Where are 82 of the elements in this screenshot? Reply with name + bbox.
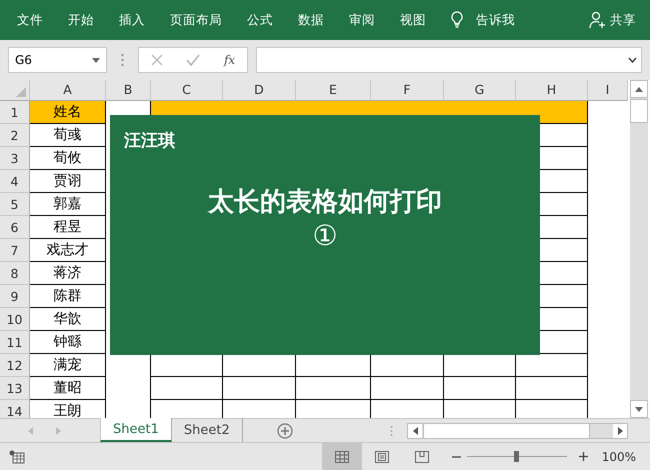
column-header[interactable]: C: [151, 80, 223, 101]
row-header[interactable]: 1: [0, 101, 30, 124]
horizontal-scrollbar[interactable]: [407, 422, 628, 438]
row-header[interactable]: 12: [0, 354, 30, 377]
ribbon-tab[interactable]: 文件: [17, 12, 43, 28]
person-add-icon: [589, 11, 607, 29]
cancel-icon[interactable]: [150, 54, 163, 66]
row-header[interactable]: 13: [0, 377, 30, 400]
ribbon-tab[interactable]: 数据: [298, 12, 324, 28]
grid-icon: [334, 450, 349, 462]
row-header[interactable]: 3: [0, 147, 30, 170]
scroll-up-icon[interactable]: [635, 86, 643, 92]
column-header[interactable]: B: [106, 80, 151, 101]
table-cell: [444, 377, 516, 400]
author-name: 汪汪琪: [124, 130, 175, 152]
grip-icon: [121, 53, 124, 67]
scroll-right-icon[interactable]: [618, 426, 622, 434]
ribbon-tab[interactable]: 开始: [68, 12, 94, 28]
zoom-level[interactable]: 100%: [602, 450, 636, 464]
table-cell: [444, 354, 516, 377]
table-cell: 荀彧: [30, 124, 106, 147]
table-cell: 满宠: [30, 354, 106, 377]
sheet-tab[interactable]: Sheet1: [100, 418, 172, 442]
scroll-down-icon[interactable]: [635, 406, 643, 412]
column-header[interactable]: E: [296, 80, 371, 101]
ribbon-tab[interactable]: 公式: [247, 12, 273, 28]
row-header[interactable]: 9: [0, 285, 30, 308]
add-sheet-icon[interactable]: [276, 422, 293, 438]
episode-number: ①: [312, 219, 338, 252]
scroll-left-icon[interactable]: [412, 426, 418, 434]
page-icon: [374, 450, 389, 462]
sheet-tab[interactable]: Sheet2: [172, 418, 243, 442]
table-cell: 董昭: [30, 377, 106, 400]
table-cell: 华歆: [30, 308, 106, 331]
chevron-down-icon: [628, 57, 637, 63]
table-cell: 戏志才: [30, 239, 106, 262]
formula-input[interactable]: [256, 47, 642, 73]
share-button[interactable]: 共享: [589, 11, 636, 29]
scroll-thumb[interactable]: [423, 424, 590, 438]
table-cell: [516, 354, 588, 377]
name-box[interactable]: G6: [8, 47, 107, 73]
row-header[interactable]: 10: [0, 308, 30, 331]
row-header[interactable]: 6: [0, 216, 30, 239]
row-header[interactable]: 11: [0, 331, 30, 354]
check-icon[interactable]: [186, 54, 200, 66]
table-cell: 程昱: [30, 216, 106, 239]
dropdown-caret-icon: [92, 58, 100, 62]
column-header[interactable]: G: [444, 80, 516, 101]
table-cell: 陈群: [30, 285, 106, 308]
table-cell: [516, 377, 588, 400]
ribbon-tab[interactable]: 视图: [400, 12, 426, 28]
column-header[interactable]: F: [371, 80, 444, 101]
macro-record-icon[interactable]: [9, 450, 25, 464]
table-cell: 郭嘉: [30, 193, 106, 216]
column-header[interactable]: H: [516, 80, 588, 101]
row-header[interactable]: 4: [0, 170, 30, 193]
tell-me-link[interactable]: 告诉我: [476, 12, 515, 28]
row-header[interactable]: 14: [0, 400, 30, 418]
row-header[interactable]: 7: [0, 239, 30, 262]
ribbon-tab[interactable]: 审阅: [349, 12, 375, 28]
lightbulb-icon: [451, 11, 463, 29]
table-cell: 贾诩: [30, 170, 106, 193]
ribbon-tab[interactable]: 页面布局: [170, 12, 222, 28]
ribbon-tab[interactable]: 插入: [119, 12, 145, 28]
row-header[interactable]: 8: [0, 262, 30, 285]
insert-function-button[interactable]: fx: [224, 53, 236, 67]
scroll-thumb[interactable]: [630, 99, 648, 123]
grip-icon[interactable]: [390, 424, 393, 436]
card-title: 太长的表格如何打印: [206, 186, 443, 219]
table-cell: 蒋济: [30, 262, 106, 285]
table-cell: 钟繇: [30, 331, 106, 354]
table-cell: 姓名: [30, 101, 106, 124]
column-header[interactable]: A: [30, 80, 106, 101]
view-button[interactable]: [322, 443, 362, 470]
row-header[interactable]: 2: [0, 124, 30, 147]
column-header[interactable]: D: [223, 80, 296, 101]
page-break-icon: [414, 450, 429, 462]
zoom-slider-thumb[interactable]: [514, 451, 519, 462]
table-cell: 荀攸: [30, 147, 106, 170]
vertical-scrollbar[interactable]: [630, 80, 648, 418]
column-header[interactable]: I: [588, 80, 628, 101]
row-header[interactable]: 5: [0, 193, 30, 216]
